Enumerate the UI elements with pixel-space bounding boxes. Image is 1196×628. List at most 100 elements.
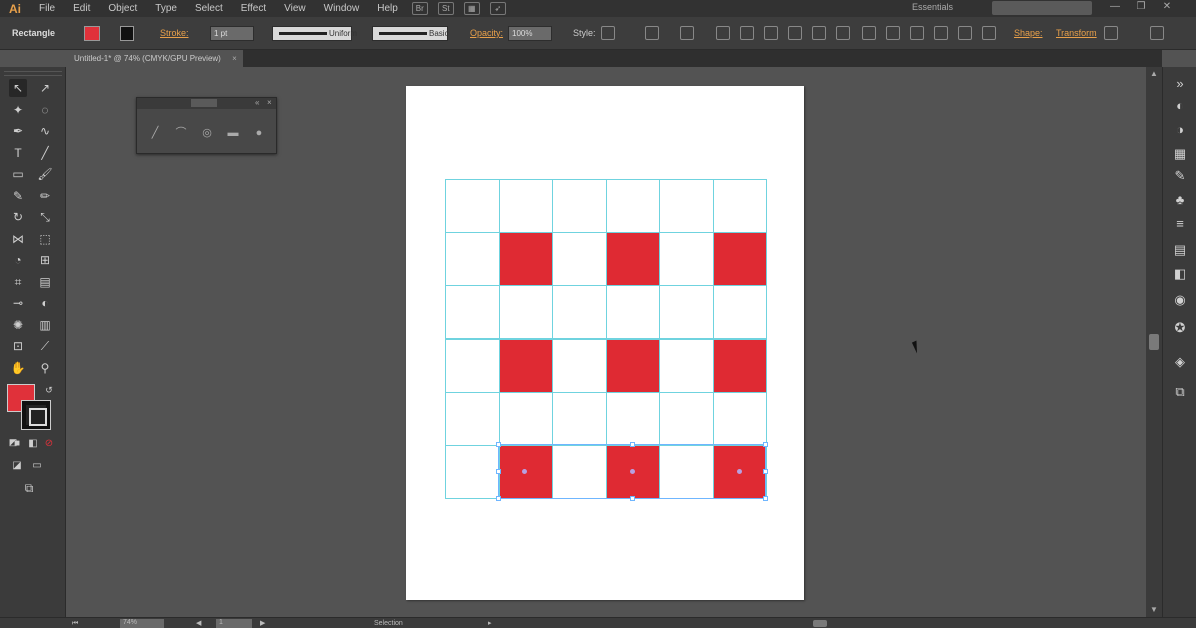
grid-cell[interactable] (445, 232, 500, 287)
selection-handle[interactable] (763, 496, 768, 501)
document-tab[interactable]: Untitled-1* @ 74% (CMYK/GPU Preview) × (66, 50, 243, 67)
color-guide-icon[interactable]: ◑ (1171, 121, 1189, 139)
layers-icon[interactable]: ◈ (1171, 353, 1189, 371)
grid-cell[interactable] (659, 391, 714, 446)
fill-swatch[interactable] (84, 26, 100, 41)
grid-cell[interactable] (498, 285, 553, 340)
line-segment-icon[interactable]: ╱ (147, 125, 163, 141)
grid-cell[interactable] (552, 338, 607, 393)
zoom-field[interactable]: 74% (120, 619, 164, 628)
lasso-tool-icon[interactable]: ◌ (36, 101, 54, 119)
gradient-icon[interactable]: ▤ (1171, 241, 1189, 259)
selection-tool-icon[interactable]: ↖ (9, 79, 27, 97)
panel-collapse-icon[interactable]: » (1171, 75, 1189, 93)
panel-close-icon[interactable]: × (267, 98, 272, 107)
direct-selection-tool-icon[interactable]: ↗ (36, 79, 54, 97)
arc-icon[interactable]: ⌒ (173, 125, 189, 141)
grid-cell[interactable] (605, 285, 660, 340)
menu-edit[interactable]: Edit (64, 3, 99, 14)
tools-panel-grip[interactable] (4, 71, 62, 76)
menu-help[interactable]: Help (368, 3, 407, 14)
selection-handle[interactable] (763, 469, 768, 474)
stroke-color-box[interactable] (21, 400, 51, 430)
perspective-grid-tool-icon[interactable]: ⊞ (36, 251, 54, 269)
rectangular-grid-icon[interactable]: ▬ (225, 125, 241, 141)
distribute-vcenter-icon[interactable] (886, 26, 900, 40)
pen-tool-icon[interactable]: ✒ (9, 122, 27, 140)
symbol-sprayer-tool-icon[interactable]: ✺ (9, 316, 27, 334)
align-right-icon[interactable] (764, 26, 778, 40)
grid-cell[interactable] (498, 179, 553, 234)
opacity-field[interactable]: 100% (508, 26, 552, 41)
grid-cell[interactable] (552, 232, 607, 287)
grid-cell[interactable] (498, 391, 553, 446)
scale-tool-icon[interactable]: ⤡ (36, 208, 54, 226)
align-top-icon[interactable] (788, 26, 802, 40)
vertical-scrollbar[interactable]: ▲ ▼ (1146, 67, 1162, 617)
align-hcenter-icon[interactable] (740, 26, 754, 40)
none-mode-icon[interactable]: ⊘ (40, 435, 58, 453)
menu-effect[interactable]: Effect (232, 3, 275, 14)
line-tool-icon[interactable]: ╱ (36, 144, 54, 162)
artboards-icon[interactable]: ⧉ (1171, 383, 1189, 401)
selection-handle[interactable] (496, 496, 501, 501)
paintbrush-tool-icon[interactable]: 🖌 (36, 165, 54, 183)
scroll-down-icon[interactable]: ▼ (1150, 605, 1158, 614)
menu-object[interactable]: Object (99, 3, 146, 14)
menu-type[interactable]: Type (146, 3, 186, 14)
transform-label[interactable]: Transform (1056, 26, 1097, 41)
stroke-swatch[interactable] (120, 26, 134, 41)
shape-label[interactable]: Shape: (1014, 26, 1043, 41)
grid-cell[interactable] (445, 391, 500, 446)
draw-normal-icon[interactable]: ◪ (8, 457, 26, 475)
isolate-selected-icon[interactable] (1104, 26, 1118, 40)
red-square[interactable] (605, 232, 660, 287)
stroke-icon[interactable]: ≡ (1171, 215, 1189, 233)
grid-cell[interactable] (659, 285, 714, 340)
grid-cell[interactable] (552, 444, 607, 499)
bridge-icon[interactable]: Br (411, 2, 428, 15)
grid-cell[interactable] (605, 179, 660, 234)
grid-cell[interactable] (552, 391, 607, 446)
rectangular-grid[interactable] (445, 179, 767, 499)
hand-tool-icon[interactable]: ✋ (9, 359, 27, 377)
symbols-icon[interactable]: ♣ (1171, 191, 1189, 209)
pencil-tool-icon[interactable]: ✏ (36, 187, 54, 205)
search-help-input[interactable] (992, 1, 1092, 15)
zoom-tool-icon[interactable]: ⚲ (36, 359, 54, 377)
previous-artboard-icon[interactable]: ◀ (196, 619, 201, 628)
grid-cell[interactable] (445, 179, 500, 234)
grid-cell[interactable] (659, 232, 714, 287)
grid-cell[interactable] (659, 338, 714, 393)
shape-builder-tool-icon[interactable]: ◔ (9, 251, 27, 269)
grid-cell[interactable] (712, 391, 767, 446)
blend-tool-icon[interactable]: ◐ (36, 294, 54, 312)
distribute-top-icon[interactable] (862, 26, 876, 40)
gradient-tool-icon[interactable]: ▤ (36, 273, 54, 291)
grid-cell[interactable] (552, 179, 607, 234)
first-artboard-icon[interactable]: ⏮ (72, 619, 78, 628)
horizontal-scroll-thumb[interactable] (813, 620, 827, 627)
brushes-icon[interactable]: ✎ (1171, 167, 1189, 185)
maximize-button[interactable]: ❐ (1130, 1, 1152, 15)
magic-wand-tool-icon[interactable]: ✦ (9, 101, 27, 119)
free-transform-tool-icon[interactable]: ⬚ (36, 230, 54, 248)
polar-grid-icon[interactable]: ● (251, 125, 267, 141)
opacity-label[interactable]: Opacity: (470, 26, 503, 41)
control-panel-menu-icon[interactable] (1150, 26, 1164, 40)
red-square[interactable] (498, 232, 553, 287)
selection-handle[interactable] (630, 496, 635, 501)
rotate-tool-icon[interactable]: ↻ (9, 208, 27, 226)
width-tool-icon[interactable]: ⋈ (9, 230, 27, 248)
close-tab-icon[interactable]: × (232, 50, 237, 67)
distribute-hcenter-icon[interactable] (958, 26, 972, 40)
grid-cell[interactable] (445, 444, 500, 499)
next-artboard-icon[interactable]: ▶ (260, 619, 265, 628)
distribute-bottom-icon[interactable] (910, 26, 924, 40)
artboard-tool-icon[interactable]: ⊡ (9, 337, 27, 355)
align-bottom-icon[interactable] (836, 26, 850, 40)
transparency-icon[interactable]: ◧ (1171, 265, 1189, 283)
red-square[interactable] (712, 232, 767, 287)
slice-tool-icon[interactable]: ⟋ (36, 337, 54, 355)
align-vcenter-icon[interactable] (812, 26, 826, 40)
